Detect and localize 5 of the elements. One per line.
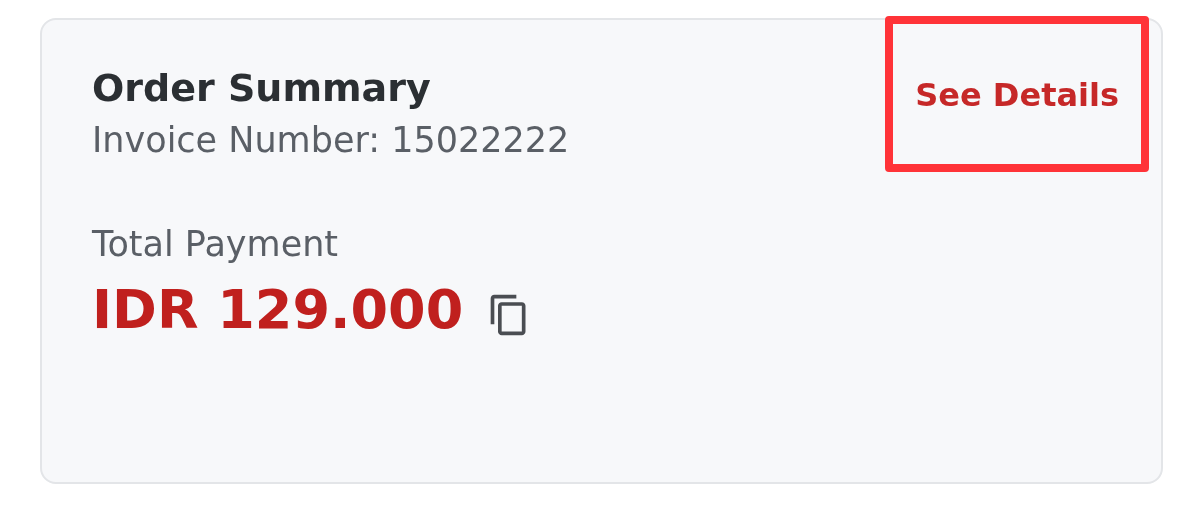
- total-payment-label: Total Payment: [92, 224, 340, 264]
- see-details-link[interactable]: See Details: [885, 16, 1149, 172]
- invoice-number: Invoice Number: 15022222: [92, 120, 570, 160]
- card-title: Order Summary: [92, 66, 432, 110]
- payment-amount: IDR 129.000: [92, 278, 464, 341]
